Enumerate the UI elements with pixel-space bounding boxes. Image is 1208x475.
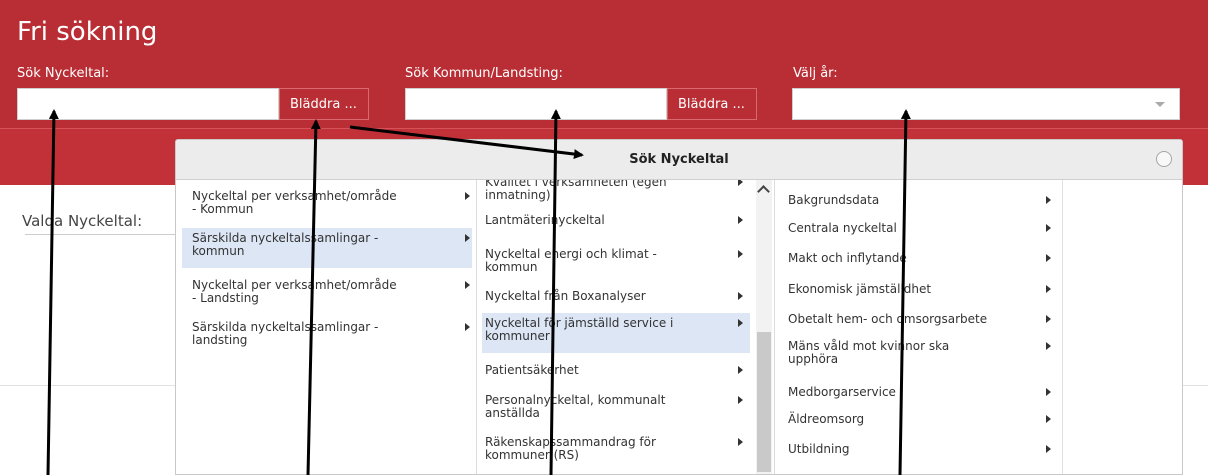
arrow-annotation — [898, 109, 911, 475]
arrow-annotation — [306, 119, 321, 475]
arrow-annotation — [549, 109, 561, 475]
arrow-annotation — [46, 109, 59, 475]
annotation-arrows — [46, 109, 911, 475]
arrow-annotation — [349, 125, 584, 160]
